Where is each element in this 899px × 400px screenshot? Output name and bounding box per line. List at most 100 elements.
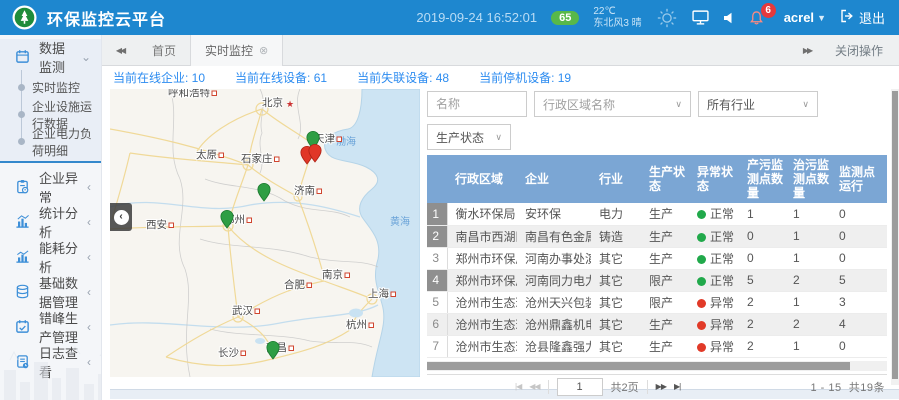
industry-select[interactable]: 所有行业 ∨ xyxy=(698,91,818,117)
city-marker-icon xyxy=(212,91,217,96)
map-collapse-button[interactable]: ‹ xyxy=(110,203,132,231)
table-row[interactable]: 1衡水环保局安环保电力生产正常110 xyxy=(427,203,887,225)
chevron-down-icon: ⌄ xyxy=(81,50,91,64)
status-dot-icon xyxy=(697,321,706,330)
status-dot-icon xyxy=(697,210,706,219)
column-header: 生产状态 xyxy=(641,155,689,203)
city-skyline-watermark xyxy=(0,340,102,400)
table-row[interactable]: 3郑州市环保局河南办事处演示其它生产正常010 xyxy=(427,247,887,269)
scroll-tabs-right-icon[interactable]: ▶▶ xyxy=(789,46,825,55)
produce-points-cell: 5 xyxy=(739,269,785,291)
sidebar-item-label: 基础数据管理 xyxy=(39,273,78,311)
city-label: 南京 xyxy=(322,268,343,281)
row-number: 7 xyxy=(427,335,447,357)
scroll-tabs-left-icon[interactable]: ◀◀ xyxy=(102,46,138,55)
city-marker-icon xyxy=(275,157,280,162)
table-row[interactable]: 5沧州市生态环保局沧州天兴包装制品其它限产异常213 xyxy=(427,291,887,313)
sidebar-item[interactable]: 企业异常‹ xyxy=(0,169,101,204)
row-number: 3 xyxy=(427,247,447,269)
enterprise-table: 行政区域企业行业生产状态异常状态产污监测点数量治污监测点数量监测点运行 1衡水环… xyxy=(427,155,887,358)
bell-icon[interactable]: 6 xyxy=(749,10,764,26)
column-header: 企业 xyxy=(517,155,591,203)
production-status-cell: 限产 xyxy=(641,269,689,291)
calendar-check-icon xyxy=(15,319,30,334)
first-page-button[interactable]: |◀ xyxy=(515,382,521,391)
column-header: 行业 xyxy=(591,155,641,203)
database-icon xyxy=(15,284,30,299)
speaker-icon[interactable] xyxy=(723,12,735,24)
table-row[interactable]: 6沧州市生态环保局沧州鼎鑫机电设备其它生产异常224 xyxy=(427,313,887,335)
abnormal-status-cell: 异常 xyxy=(689,335,739,357)
city-label: 太原 xyxy=(196,148,217,161)
tab-item[interactable]: 首页 xyxy=(138,35,190,66)
produce-points-cell: 2 xyxy=(739,291,785,313)
monitor-icon[interactable] xyxy=(692,10,709,25)
production-status-cell: 限产 xyxy=(641,291,689,313)
company-cell: 河南办事处演示 xyxy=(517,247,591,269)
vertical-scrollbar[interactable] xyxy=(891,89,899,385)
tab-active[interactable]: 实时监控⊗ xyxy=(190,35,283,66)
region-cell: 郑州市环保局 xyxy=(447,247,517,269)
industry-cell: 其它 xyxy=(591,313,641,335)
sidebar-subitem[interactable]: 企业电力负荷明细 xyxy=(0,128,101,155)
chevron-collapsed-icon: ‹ xyxy=(87,285,91,299)
region-select[interactable]: 行政区域名称 ∨ xyxy=(534,91,691,117)
company-cell: 河南同力电力设备 xyxy=(517,269,591,291)
map[interactable]: 渤海黄海呼和浩特北京★天津太原石家庄济南西安郑州南京合肥上海武汉杭州长沙南昌 ‹ xyxy=(110,89,420,377)
record-range-label: 1 - 15 共19条 xyxy=(810,379,885,395)
city-marker-icon xyxy=(317,189,322,194)
next-page-button[interactable]: ▶▶ xyxy=(656,382,666,391)
name-input[interactable] xyxy=(427,91,527,117)
running-points-cell: 3 xyxy=(831,291,887,313)
horizontal-scrollbar-thumb[interactable] xyxy=(427,362,850,370)
close-operations-button[interactable]: 关闭操作 xyxy=(831,42,899,59)
treat-points-cell: 1 xyxy=(785,225,831,247)
produce-points-cell: 0 xyxy=(739,247,785,269)
sun-icon xyxy=(656,7,678,29)
bar-chart-icon xyxy=(15,214,30,229)
clipboard-alert-icon xyxy=(15,179,30,194)
table-row[interactable]: 2南昌市西湖区环保局南昌有色金属有限公司铸造生产正常010 xyxy=(427,225,887,247)
sidebar-item-label: 企业异常 xyxy=(39,168,78,206)
vertical-scrollbar-thumb[interactable] xyxy=(892,91,898,379)
filter-bar: 行政区域名称 ∨ 所有行业 ∨ 生产状态 ∨ xyxy=(427,89,887,150)
city-label: 武汉 xyxy=(232,304,253,317)
table-row[interactable]: 7沧州市生态环保局沧县隆鑫强力加气其它生产异常210 xyxy=(427,335,887,357)
status-dot-icon xyxy=(697,299,706,308)
chevron-collapsed-icon: ‹ xyxy=(87,320,91,334)
last-page-button[interactable]: ▶| xyxy=(674,382,680,391)
sidebar-item[interactable]: 统计分析‹ xyxy=(0,204,101,239)
tab-label: 首页 xyxy=(152,42,176,59)
caret-down-icon: ▼ xyxy=(817,13,826,23)
city-marker-icon xyxy=(247,218,252,223)
sidebar-item[interactable]: 数据监测⌄ xyxy=(0,39,101,74)
region-cell: 郑州市环保局 xyxy=(447,269,517,291)
prev-page-button[interactable]: ◀◀ xyxy=(529,382,539,391)
city-label: 石家庄 xyxy=(241,152,273,165)
logout-button[interactable]: 退出 xyxy=(840,8,885,27)
sidebar-item[interactable]: 错峰生产管理‹ xyxy=(0,309,101,344)
horizontal-scrollbar[interactable] xyxy=(427,361,887,371)
abnormal-status-cell: 正常 xyxy=(689,203,739,225)
industry-cell: 其它 xyxy=(591,247,641,269)
production-status-select[interactable]: 生产状态 ∨ xyxy=(427,124,511,150)
city-marker-icon xyxy=(241,351,246,356)
abnormal-status-cell: 异常 xyxy=(689,291,739,313)
column-header: 治污监测点数量 xyxy=(785,155,831,203)
produce-points-cell: 1 xyxy=(739,203,785,225)
treat-points-cell: 2 xyxy=(785,269,831,291)
region-cell: 沧州市生态环保局 xyxy=(447,335,517,357)
user-menu[interactable]: acrel ▼ xyxy=(784,10,826,25)
row-number: 6 xyxy=(427,313,447,335)
page-input[interactable] xyxy=(557,378,603,396)
company-cell: 安环保 xyxy=(517,203,591,225)
abnormal-status-cell: 异常 xyxy=(689,313,739,335)
sidebar-item[interactable]: 基础数据管理 ‹ xyxy=(0,274,101,309)
table-header-row: 行政区域企业行业生产状态异常状态产污监测点数量治污监测点数量监测点运行 xyxy=(427,155,887,203)
table-row[interactable]: 4郑州市环保局河南同力电力设备其它限产正常525 xyxy=(427,269,887,291)
close-icon[interactable]: ⊗ xyxy=(259,44,268,57)
map-lake xyxy=(349,309,363,318)
stat-item: 当前在线设备: 61 xyxy=(235,69,327,86)
sidebar-item[interactable]: 能耗分析‹ xyxy=(0,239,101,274)
city-label: 杭州 xyxy=(346,318,367,331)
